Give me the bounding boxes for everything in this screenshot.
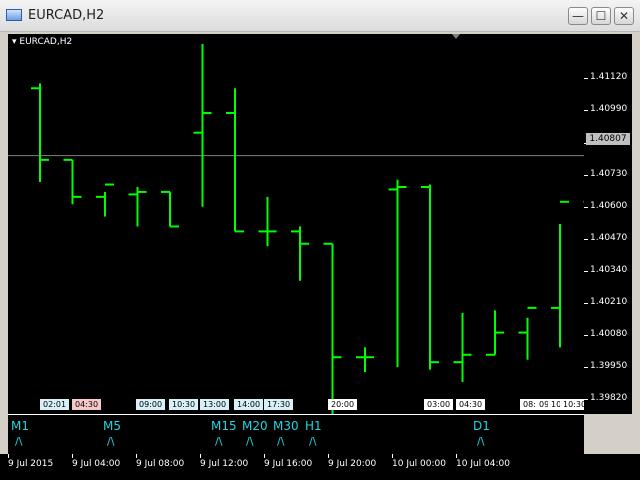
price-tick-label: 1.40600 (590, 200, 628, 211)
session-tag: 14:00 (234, 399, 264, 410)
time-tick-label: 10 Jul 04:00 (456, 459, 510, 469)
time-tick-label: 10 Jul 00:00 (392, 459, 446, 469)
price-tick (584, 399, 588, 401)
time-tick (328, 454, 329, 458)
session-tag: 09:00 (136, 399, 166, 410)
time-tick (264, 454, 265, 458)
timeframe-m5[interactable]: M5 (103, 419, 121, 433)
price-tick (584, 206, 588, 208)
time-tick-label: 9 Jul 08:00 (136, 459, 185, 469)
timeframe-marker: /\ (309, 435, 317, 448)
ohlc-bar (453, 312, 472, 382)
ohlc-bar (226, 88, 244, 233)
time-tick-label: 9 Jul 20:00 (328, 459, 377, 469)
time-tick-label: 9 Jul 12:00 (200, 459, 249, 469)
ohlc-bar (128, 186, 147, 227)
price-tick-label: 1.40730 (590, 168, 628, 179)
window-titlebar: EURCAD,H2 — ☐ ✕ (0, 0, 640, 32)
price-tick (584, 78, 588, 80)
timeframe-marker: /\ (477, 435, 485, 448)
session-tag: 04:30 (72, 399, 102, 410)
time-axis: 9 Jul 2015 9 Jul 04:00 9 Jul 08:00 9 Jul 12… (0, 454, 640, 480)
time-tick (392, 454, 393, 458)
price-tick-label: 1.40080 (590, 329, 628, 340)
price-tick-label: 1.40470 (590, 232, 628, 243)
ohlc-bar (323, 242, 342, 414)
time-tick (200, 454, 201, 458)
session-tag: 04:30 (456, 399, 486, 410)
timeframe-d1[interactable]: D1 (473, 419, 490, 433)
timeframe-marker: /\ (277, 435, 285, 448)
price-tick (584, 110, 588, 112)
time-tick-label: 9 Jul 16:00 (264, 459, 313, 469)
timeframe-marker: /\ (215, 435, 223, 448)
price-tick-label: 1.40990 (590, 104, 628, 115)
time-tick-label: 9 Jul 04:00 (72, 459, 121, 469)
price-axis: 1.411201.409901.408601.407301.406001.404… (584, 34, 632, 414)
timeframe-m15[interactable]: M15 (211, 419, 237, 433)
time-tick-label: 9 Jul 2015 (8, 459, 54, 469)
price-tick (584, 174, 588, 176)
timeframe-m1[interactable]: M1 (11, 419, 29, 433)
session-tag: 17:30 (264, 399, 294, 410)
price-tick-label: 1.39950 (590, 361, 628, 372)
ohlc-bar (421, 184, 439, 370)
time-tick (136, 454, 137, 458)
price-tick-label: 1.40210 (590, 296, 628, 307)
current-price-badge: 1.40807 (586, 133, 630, 145)
session-tag: 10:30 (169, 399, 199, 410)
timeframe-h1[interactable]: H1 (305, 419, 322, 433)
timeframe-strip: M1 /\ M5 /\ M15 /\ M20 /\ M30 /\ H1 /\ D1 /\ (8, 414, 584, 454)
ohlc-bar (388, 179, 407, 368)
ohlc-bar (63, 158, 82, 205)
session-tag: 02:01 (40, 399, 70, 410)
ohlc-bar (518, 306, 537, 360)
timeframe-marker: /\ (246, 435, 254, 448)
ohlc-bar (486, 310, 504, 356)
price-tick (584, 270, 588, 272)
ohlc-bar (551, 200, 569, 348)
ohlc-bar (356, 347, 374, 373)
ohlc-bar (31, 83, 49, 183)
chart-shift-marker (452, 34, 460, 39)
ohlc-bar (291, 226, 309, 281)
time-tick (8, 454, 9, 458)
ohlc-bar (258, 196, 277, 247)
price-tick (584, 367, 588, 369)
ohlc-bar (96, 183, 114, 217)
session-tag: 20:00 (328, 399, 358, 410)
price-tick-label: 1.40340 (590, 264, 628, 275)
window-title: EURCAD,H2 (28, 8, 105, 23)
session-tag: 03:00 (424, 399, 454, 410)
minimize-button[interactable]: — (568, 7, 588, 25)
close-button[interactable]: ✕ (614, 7, 634, 25)
ohlc-bar (193, 43, 212, 207)
timeframe-marker: /\ (107, 435, 115, 448)
price-tick (584, 335, 588, 337)
session-tag: 13:00 (200, 399, 230, 410)
ohlc-bars (8, 34, 584, 414)
price-tick-label: 1.39820 (590, 393, 628, 404)
maximize-button[interactable]: ☐ (591, 7, 611, 25)
timeframe-m20[interactable]: M20 (242, 419, 268, 433)
price-tick (584, 302, 588, 304)
chart-window-icon (6, 9, 22, 21)
time-tick (456, 454, 457, 458)
time-tick (72, 454, 73, 458)
price-tick (584, 238, 588, 240)
price-tick-label: 1.41120 (590, 72, 628, 83)
ohlc-bar (161, 190, 179, 228)
price-chart[interactable]: ▾ EURCAD,H2 02:01 04:30 09:00 10:30 13:00 14:… (8, 34, 590, 414)
timeframe-m30[interactable]: M30 (273, 419, 299, 433)
timeframe-marker: /\ (15, 435, 23, 448)
